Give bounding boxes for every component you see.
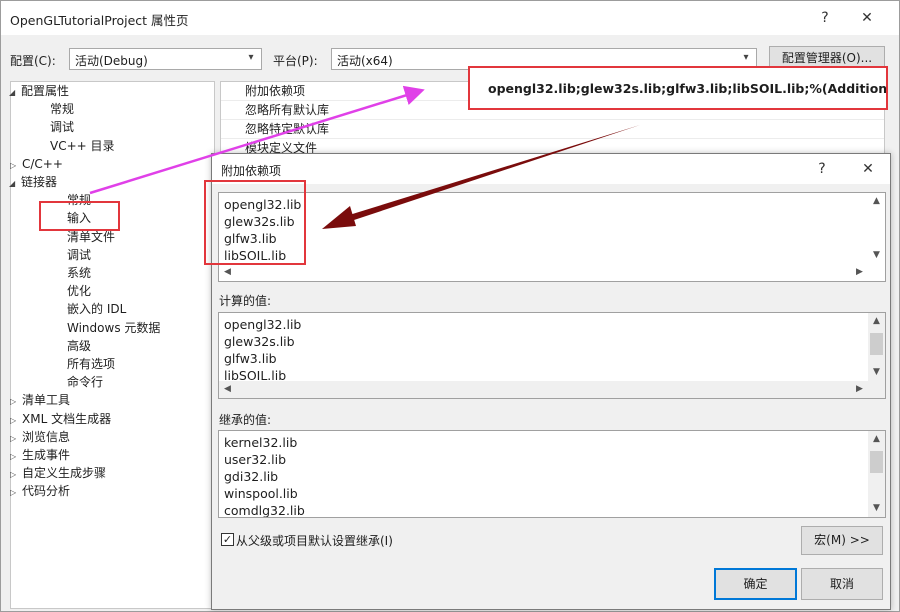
magenta-arrow <box>89 85 425 195</box>
darkred-arrowhead-icon <box>322 206 356 229</box>
darkred-arrow-icon <box>346 125 640 222</box>
annotation-arrows <box>89 85 640 229</box>
